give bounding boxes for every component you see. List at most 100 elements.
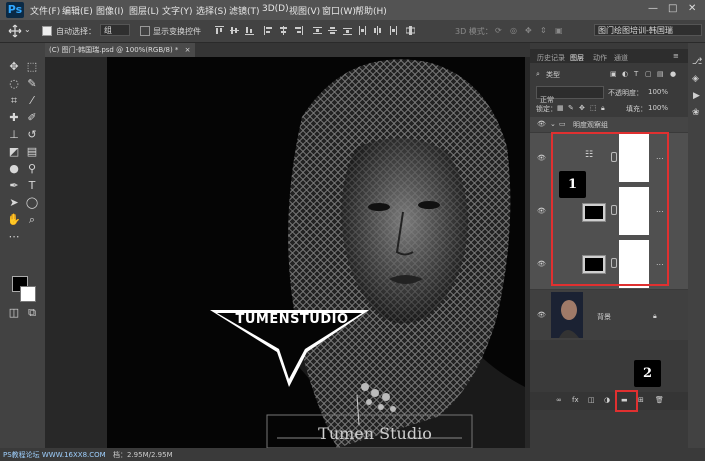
lock-artboard-icon[interactable]: ⬚ [590,104,597,112]
menu-file[interactable]: 文件(F) [30,4,60,17]
document-tab-close[interactable]: × [185,46,191,54]
menu-type[interactable]: 文字(Y) [162,4,193,17]
menu-select[interactable]: 选择(S) [196,4,227,17]
lock-pixels-icon[interactable]: ✎ [568,104,574,112]
filter-shape-icon[interactable]: ▢ [645,70,652,78]
distribute-hcenter-icon[interactable] [373,26,382,35]
menu-3d[interactable]: 3D(D) [262,4,289,14]
auto-align-icon[interactable] [406,26,415,35]
fx-icon[interactable]: fx [572,396,579,404]
lock-all-icon[interactable]: 🔒︎ [601,104,605,113]
screen-mode-icon[interactable]: ⧉ [25,306,39,319]
roll-3d-icon[interactable]: ◎ [510,26,517,35]
distribute-top-icon[interactable] [313,26,322,35]
filter-kind-dropdown[interactable]: 类型 [546,70,560,80]
quick-mask-icon[interactable]: ◫ [7,306,21,319]
eye-icon[interactable]: 👁︎ [537,311,546,319]
eye-icon[interactable]: 👁︎ [537,120,546,128]
background-layer-thumbnail[interactable] [551,292,583,338]
drag-3d-icon[interactable]: ✥ [525,26,532,35]
layers-icon[interactable]: ◈ [692,74,699,84]
scale-3d-icon[interactable]: ▣ [555,26,563,35]
panel-menu-icon[interactable]: ≡ [673,52,679,60]
filter-type-icon[interactable]: T [634,70,638,78]
menu-filter[interactable]: 滤镜(T) [229,4,260,17]
filter-toggle[interactable]: ● [670,70,676,78]
align-right-icon[interactable] [294,26,303,35]
blend-mode-dropdown[interactable]: 正常 [536,86,604,104]
auto-select-dropdown[interactable]: 组 [100,24,130,36]
document-tab[interactable]: (C) 图门-韩国瑞.psd @ 100%(RGB/8) * × [45,43,195,57]
lock-position-icon[interactable]: ✥ [579,104,585,112]
filter-image-icon[interactable]: ▣ [610,70,617,78]
rotate-3d-icon[interactable]: ⟳ [495,26,502,35]
marquee-icon[interactable]: ⬚ [25,60,39,73]
workspace-dropdown[interactable]: 图门绘图培训-韩国瑞 [594,24,702,36]
fill-value[interactable]: 100% [648,104,668,112]
eye-icon[interactable]: 👁︎ [537,154,546,162]
canvas[interactable]: TUMENSTUDIO Tumen Studio [107,57,525,448]
close-window-button[interactable]: ✕ [688,3,696,14]
eyedropper-icon[interactable]: ⁄ [25,94,39,107]
eye-icon[interactable]: 👁︎ [537,207,546,215]
tab-history[interactable]: 历史记录 [537,53,565,63]
play-icon[interactable]: ▶ [693,91,700,101]
align-top-icon[interactable] [215,26,224,35]
tab-layers[interactable]: 图层 [570,53,584,63]
history-icon[interactable]: ⎇ [692,57,702,67]
opacity-value[interactable]: 100% [648,88,668,96]
hand-icon[interactable]: ✋ [7,213,21,226]
auto-select-checkbox[interactable] [42,26,52,36]
align-bottom-icon[interactable] [245,26,254,35]
type-icon[interactable]: T [25,179,39,192]
gradient-icon[interactable]: ▤ [25,145,39,158]
crop-icon[interactable]: ⌗ [7,94,21,107]
eye-icon[interactable]: 👁︎ [537,260,546,268]
minimize-button[interactable]: — [648,3,658,14]
distribute-vcenter-icon[interactable] [328,26,337,35]
move-tool-icon[interactable] [8,24,22,38]
eraser-icon[interactable]: ◩ [7,145,21,158]
align-hcenter-icon[interactable] [279,26,288,35]
menu-layer[interactable]: 图层(L) [129,4,159,17]
dodge-icon[interactable]: ⚲ [25,162,39,175]
adjustment-layer-icon[interactable]: ◑ [604,396,610,404]
delete-layer-icon[interactable]: 🗑︎ [655,396,664,404]
menu-help[interactable]: 帮助(H) [355,4,387,17]
menu-image[interactable]: 图像(I) [96,4,124,17]
distribute-left-icon[interactable] [358,26,367,35]
distribute-bottom-icon[interactable] [343,26,352,35]
show-transform-checkbox[interactable] [140,26,150,36]
align-vcenter-icon[interactable] [230,26,239,35]
group-name[interactable]: 明度观察组 [573,120,608,130]
add-mask-icon[interactable]: ◫ [588,396,595,404]
filter-smart-icon[interactable]: ▤ [657,70,664,78]
history-brush-icon[interactable]: ↺ [25,128,39,141]
blur-icon[interactable]: ● [7,162,21,175]
slide-3d-icon[interactable]: ⇕ [540,26,547,35]
filter-adjust-icon[interactable]: ◐ [622,70,628,78]
menu-view[interactable]: 视图(V) [289,4,320,17]
chevron-down-icon[interactable]: ⌄ [550,120,556,128]
align-left-icon[interactable] [264,26,273,35]
path-select-icon[interactable]: ➤ [7,196,21,209]
healing-brush-icon[interactable]: ✚ [7,111,21,124]
move-icon[interactable]: ✥ [7,60,21,73]
distribute-right-icon[interactable] [388,26,397,35]
zoom-icon[interactable]: ⌕ [25,213,39,226]
link-layers-icon[interactable]: ∞ [556,396,562,404]
chevron-down-icon[interactable]: ⌄ [24,25,31,34]
menu-edit[interactable]: 编辑(E) [62,4,93,17]
lasso-icon[interactable]: ◌ [7,77,21,90]
quick-select-icon[interactable]: ✎ [25,77,39,90]
channels-icon[interactable]: ❀ [692,108,700,118]
background-color-swatch[interactable] [20,286,36,302]
clone-stamp-icon[interactable]: ⊥ [7,128,21,141]
maximize-button[interactable]: □ [668,3,677,14]
menu-window[interactable]: 窗口(W) [322,4,356,17]
tab-channels[interactable]: 通道 [614,53,628,63]
tab-actions[interactable]: 动作 [593,53,607,63]
brush-icon[interactable]: ✐ [25,111,39,124]
lock-transparent-icon[interactable]: ▦ [557,104,564,112]
pen-icon[interactable]: ✒ [7,179,21,192]
